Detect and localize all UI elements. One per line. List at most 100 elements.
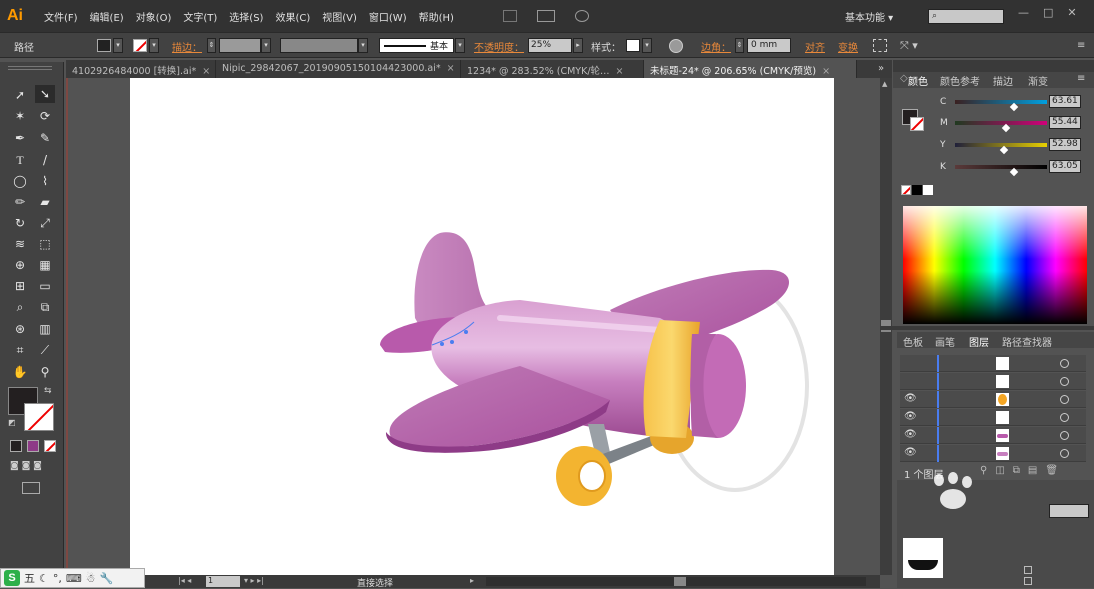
horizontal-scroll-thumb[interactable] bbox=[674, 577, 686, 586]
tab-pathfinder[interactable]: 路径查找器 bbox=[1002, 334, 1052, 349]
gradient-mode-icon[interactable] bbox=[27, 440, 39, 452]
close-icon[interactable]: × bbox=[447, 63, 455, 74]
first-page-icon[interactable]: |◂ ◂ bbox=[178, 576, 191, 585]
lasso-tool-icon[interactable]: ⟳ bbox=[35, 107, 55, 125]
invert-mask-checkbox[interactable] bbox=[1024, 577, 1032, 585]
target-icon[interactable] bbox=[1060, 377, 1069, 386]
corner-radius-input[interactable]: 0 mm bbox=[747, 38, 791, 53]
corner-stepper[interactable]: ⇕ bbox=[735, 38, 744, 53]
opacity-dropdown[interactable]: ▸ bbox=[573, 38, 583, 53]
wrench-icon[interactable]: 🔧 bbox=[100, 572, 114, 585]
bridge-icon[interactable] bbox=[503, 10, 517, 22]
stroke-label[interactable]: 描边： bbox=[172, 39, 202, 54]
clip-checkbox[interactable] bbox=[1024, 566, 1032, 574]
skin-icon[interactable]: ☃ bbox=[86, 572, 96, 585]
tab-document-2[interactable]: Nipic_29842067_20190905150104423000.ai* × bbox=[216, 60, 461, 78]
opacity-input[interactable]: 25% bbox=[528, 38, 572, 53]
maximize-icon[interactable]: □ bbox=[1043, 6, 1053, 19]
layer-row[interactable]: 👁 bbox=[900, 445, 1086, 462]
free-transform-tool-icon[interactable]: ⬚ bbox=[35, 235, 55, 253]
channel-k-slider[interactable] bbox=[955, 165, 1047, 169]
eye-icon[interactable]: 👁 bbox=[904, 393, 917, 404]
gradient-tool-icon[interactable]: ▭ bbox=[35, 277, 55, 295]
line-tool-icon[interactable]: / bbox=[35, 151, 55, 169]
hand-tool-icon[interactable]: ✋ bbox=[10, 363, 30, 381]
symbol-sprayer-tool-icon[interactable]: ⊛ bbox=[10, 320, 30, 338]
menu-window[interactable]: 窗口(W) bbox=[363, 9, 413, 24]
slice-tool-icon[interactable]: ⟋ bbox=[35, 341, 55, 359]
rotate-tool-icon[interactable]: ↻ bbox=[10, 214, 30, 232]
minimize-icon[interactable]: — bbox=[1018, 6, 1029, 19]
keyboard-icon[interactable]: ⌨ bbox=[66, 572, 82, 585]
channel-k-input[interactable]: 63.05 bbox=[1049, 160, 1081, 173]
new-sublayer-icon[interactable]: ⧉ bbox=[1013, 465, 1020, 476]
white-swatch[interactable] bbox=[923, 185, 933, 195]
layer-row[interactable]: 👁 bbox=[900, 427, 1086, 444]
horizontal-scrollbar[interactable] bbox=[486, 577, 866, 586]
screen-mode-icon[interactable] bbox=[22, 482, 40, 494]
corner-label[interactable]: 边角： bbox=[701, 39, 731, 54]
mesh-tool-icon[interactable]: ⊞ bbox=[10, 277, 30, 295]
selection-tool-icon[interactable]: ➚ bbox=[10, 86, 30, 104]
page-input[interactable]: 1 bbox=[206, 576, 240, 587]
fill-swatch[interactable] bbox=[97, 39, 111, 52]
menu-help[interactable]: 帮助(H) bbox=[413, 9, 460, 24]
default-colors-icon[interactable]: ◩ bbox=[8, 418, 16, 427]
ellipse-tool-icon[interactable]: ◯ bbox=[10, 172, 30, 190]
workspace-switcher[interactable]: 基本功能 ▾ bbox=[845, 9, 893, 24]
stroke-weight-stepper[interactable]: ⇕ bbox=[207, 38, 216, 53]
paintbrush-tool-icon[interactable]: ⌇ bbox=[35, 172, 55, 190]
channel-m-input[interactable]: 55.44 bbox=[1049, 116, 1081, 129]
eye-icon[interactable]: 👁 bbox=[904, 411, 917, 422]
punctuation-icon[interactable]: °, bbox=[53, 572, 62, 585]
layer-row[interactable] bbox=[900, 373, 1086, 390]
target-icon[interactable] bbox=[1060, 431, 1069, 440]
transparency-opacity-input[interactable] bbox=[1049, 504, 1089, 518]
none-mode-icon[interactable] bbox=[44, 440, 56, 452]
direct-selection-tool-icon[interactable]: ➘ bbox=[35, 85, 55, 103]
new-layer-icon[interactable]: ▤ bbox=[1028, 465, 1037, 476]
tab-layers[interactable]: 图层 bbox=[969, 334, 989, 349]
anchor-point[interactable] bbox=[464, 330, 468, 334]
menu-view[interactable]: 视图(V) bbox=[316, 9, 363, 24]
shape-options-icon[interactable]: ⤧ ▾ bbox=[900, 39, 918, 53]
artboard[interactable] bbox=[130, 78, 834, 575]
tab-color-guide[interactable]: 颜色参考 bbox=[940, 73, 980, 88]
make-clipping-mask-icon[interactable]: ◫ bbox=[995, 465, 1004, 476]
artboard-tool-icon[interactable]: ⌗ bbox=[10, 341, 30, 359]
layer-row[interactable]: 👁 bbox=[900, 391, 1086, 408]
menu-file[interactable]: 文件(F) bbox=[38, 9, 84, 24]
eraser-tool-icon[interactable]: ▰ bbox=[35, 193, 55, 211]
tab-gradient[interactable]: 渐变 bbox=[1028, 73, 1048, 88]
draw-mode-icons[interactable]: ◙ ◙ ◙ bbox=[10, 461, 42, 471]
eye-icon[interactable]: 👁 bbox=[904, 447, 917, 458]
close-icon[interactable]: × bbox=[822, 66, 830, 77]
anchor-point[interactable] bbox=[440, 342, 444, 346]
channel-y-slider[interactable] bbox=[955, 143, 1047, 147]
perspective-grid-tool-icon[interactable]: ▦ bbox=[35, 256, 55, 274]
target-icon[interactable] bbox=[1060, 395, 1069, 404]
tab-brushes[interactable]: 画笔 bbox=[935, 334, 955, 349]
align-link[interactable]: 对齐 bbox=[805, 39, 825, 54]
graphic-style-swatch[interactable] bbox=[626, 39, 640, 52]
stroke-weight-dropdown[interactable]: ▾ bbox=[261, 38, 271, 53]
target-icon[interactable] bbox=[1060, 413, 1069, 422]
more-tabs-icon[interactable]: » bbox=[878, 63, 884, 74]
channel-y-input[interactable]: 52.98 bbox=[1049, 138, 1081, 151]
fill-dropdown[interactable]: ▾ bbox=[113, 38, 123, 53]
zoom-tool-icon[interactable]: ⚲ bbox=[35, 363, 55, 381]
curvature-tool-icon[interactable]: ✎ bbox=[35, 129, 55, 147]
tab-document-3[interactable]: 1234* @ 283.52% (CMYK/轮… × bbox=[461, 60, 644, 78]
status-menu-icon[interactable]: ▸ bbox=[470, 576, 474, 585]
scroll-up-icon[interactable]: ▲ bbox=[882, 80, 887, 88]
pencil-tool-icon[interactable]: ✏ bbox=[10, 193, 30, 211]
eyedropper-tool-icon[interactable]: ⌕ bbox=[10, 298, 30, 316]
scale-tool-icon[interactable]: ⤢ bbox=[35, 214, 55, 232]
opacity-label[interactable]: 不透明度： bbox=[474, 39, 524, 54]
color-mode-icon[interactable] bbox=[10, 440, 22, 452]
next-page-icon[interactable]: ▾ ▸ ▸| bbox=[244, 576, 264, 585]
ime-mode-label[interactable]: 五 bbox=[24, 570, 35, 586]
menu-object[interactable]: 对象(O) bbox=[130, 9, 178, 24]
panel-menu-icon[interactable]: ≡ bbox=[1077, 73, 1085, 84]
channel-c-slider[interactable] bbox=[955, 100, 1047, 104]
